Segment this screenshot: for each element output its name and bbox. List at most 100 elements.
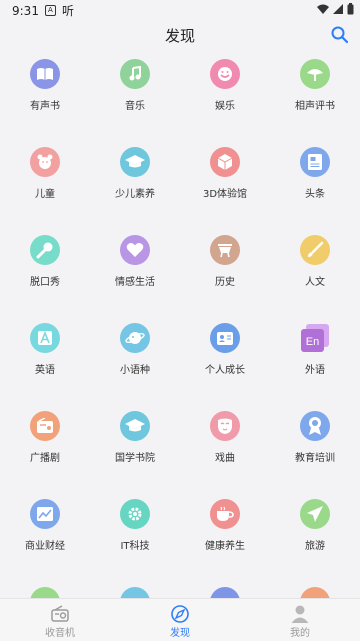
category-item[interactable]: 人文 (270, 235, 360, 295)
category-label: 情感生活 (115, 277, 155, 288)
tab-label: 我的 (290, 628, 310, 639)
status-app-label: 听 (61, 4, 74, 18)
book-icon (30, 59, 60, 89)
partial-icon (210, 587, 240, 598)
opera-mask-icon (210, 411, 240, 441)
category-label: 历史 (215, 277, 235, 288)
category-label: 国学书院 (115, 453, 155, 464)
category-label: 健康养生 (205, 541, 245, 552)
category-label: 教育培训 (295, 453, 335, 464)
category-item[interactable]: IT科技 (90, 499, 180, 559)
teacup-icon (210, 499, 240, 529)
award-icon (300, 411, 330, 441)
tab-radio[interactable]: 收音机 (0, 599, 120, 641)
category-label: 少儿素养 (115, 189, 155, 200)
category-item[interactable]: 脱口秀 (0, 235, 90, 295)
planet-icon (120, 323, 150, 353)
category-item[interactable]: 儿童 (0, 147, 90, 207)
category-label: 外语 (305, 365, 325, 376)
cube-icon (210, 147, 240, 177)
category-label: 戏曲 (215, 453, 235, 464)
ding-vessel-icon (210, 235, 240, 265)
chart-icon (30, 499, 60, 529)
microphone-icon (30, 235, 60, 265)
brush-icon (300, 235, 330, 265)
letter-a-icon (30, 323, 60, 353)
heart-icon (120, 235, 150, 265)
category-label: 音乐 (125, 101, 145, 112)
category-item[interactable]: 商业财经 (0, 499, 90, 559)
category-item[interactable]: 教育培训 (270, 411, 360, 471)
graduation-cap-icon (120, 411, 150, 441)
music-note-icon (120, 59, 150, 89)
radio-icon (30, 411, 60, 441)
svg-text:En: En (306, 336, 319, 348)
person-icon (290, 604, 310, 624)
category-item[interactable]: En 外语 (270, 323, 360, 383)
partial-icon (300, 587, 330, 598)
category-item[interactable]: 3D体验馆 (180, 147, 270, 207)
top-bar: 发现 (0, 18, 360, 52)
compass-icon (170, 604, 190, 624)
partial-icon (30, 587, 60, 598)
category-item-partial[interactable] (180, 587, 270, 598)
bottom-tab-bar: 收音机 发现 我的 (0, 598, 360, 641)
category-grid: 有声书 音乐 娱乐 相声评书儿童 少儿素养 3D体验馆 头条脱口秀 情感生活 历史 人文英语 小语种… (0, 52, 360, 598)
tab-label: 发现 (170, 628, 190, 639)
category-item[interactable]: 有声书 (0, 59, 90, 119)
status-time: 9:31 (12, 3, 39, 18)
radio-icon (50, 604, 70, 624)
status-bar: 9:31 A 听 (0, 0, 360, 18)
newspaper-icon (300, 147, 330, 177)
category-item[interactable]: 小语种 (90, 323, 180, 383)
page-title: 发现 (164, 26, 195, 45)
category-label: 英语 (35, 365, 55, 376)
category-item[interactable]: 头条 (270, 147, 360, 207)
category-item[interactable]: 国学书院 (90, 411, 180, 471)
fan-icon (300, 59, 330, 89)
category-item-partial[interactable] (0, 587, 90, 598)
category-label: 头条 (305, 189, 325, 200)
category-label: 3D体验馆 (202, 189, 248, 200)
category-item-partial[interactable] (90, 587, 180, 598)
category-item[interactable]: 个人成长 (180, 323, 270, 383)
category-label: 小语种 (120, 365, 150, 376)
category-label: 商业财经 (25, 541, 65, 552)
gear-icon (120, 499, 150, 529)
category-label: 广播剧 (30, 453, 60, 464)
category-label: 旅游 (305, 541, 325, 552)
en-badge-icon: En (300, 323, 330, 353)
category-item[interactable]: 戏曲 (180, 411, 270, 471)
bear-icon (30, 147, 60, 177)
category-item[interactable]: 音乐 (90, 59, 180, 119)
battery-icon (347, 3, 354, 15)
category-label: 儿童 (35, 189, 55, 200)
category-label: IT科技 (120, 541, 150, 552)
airplane-icon (300, 499, 330, 529)
search-icon[interactable] (330, 25, 350, 45)
category-item[interactable]: 少儿素养 (90, 147, 180, 207)
category-item[interactable]: 娱乐 (180, 59, 270, 119)
category-label: 相声评书 (295, 101, 335, 112)
category-label: 有声书 (30, 101, 60, 112)
partial-icon (120, 587, 150, 598)
category-label: 脱口秀 (30, 277, 60, 288)
category-item[interactable]: 旅游 (270, 499, 360, 559)
tab-mine[interactable]: 我的 (240, 599, 360, 641)
category-item-partial[interactable] (270, 587, 360, 598)
category-label: 个人成长 (205, 365, 245, 376)
wifi-icon (317, 4, 329, 14)
category-item[interactable]: 相声评书 (270, 59, 360, 119)
category-item[interactable]: 情感生活 (90, 235, 180, 295)
tab-discover[interactable]: 发现 (120, 599, 240, 641)
id-card-icon (210, 323, 240, 353)
category-label: 娱乐 (215, 101, 235, 112)
category-item[interactable]: 历史 (180, 235, 270, 295)
tab-label: 收音机 (45, 628, 75, 639)
category-item[interactable]: 英语 (0, 323, 90, 383)
category-label: 人文 (305, 277, 325, 288)
category-item[interactable]: 健康养生 (180, 499, 270, 559)
notification-icon: A (44, 5, 56, 16)
graduation-cap-icon (120, 147, 150, 177)
category-item[interactable]: 广播剧 (0, 411, 90, 471)
